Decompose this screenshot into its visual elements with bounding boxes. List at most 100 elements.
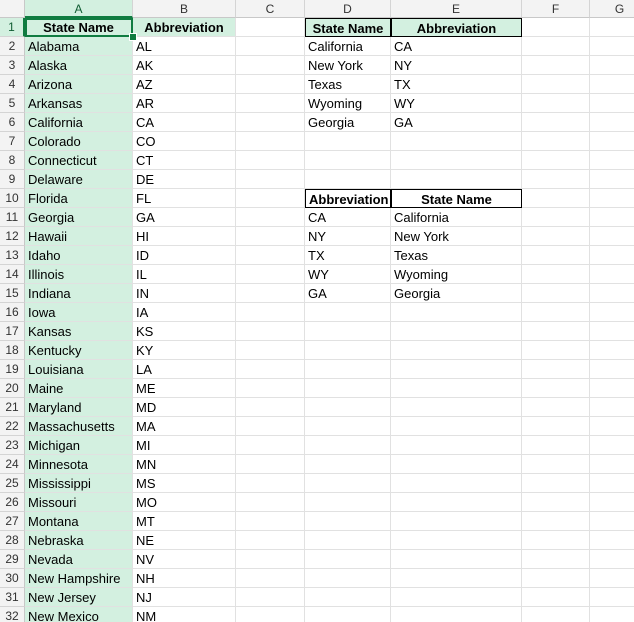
cell[interactable] bbox=[590, 189, 634, 208]
fill-handle[interactable] bbox=[129, 33, 137, 41]
cell[interactable] bbox=[522, 37, 590, 56]
row-header-25[interactable]: 25 bbox=[0, 474, 25, 493]
cell[interactable] bbox=[391, 436, 522, 455]
abbreviation-cell[interactable]: NE bbox=[133, 531, 236, 550]
cell[interactable] bbox=[590, 37, 634, 56]
cell[interactable] bbox=[590, 246, 634, 265]
cell[interactable] bbox=[391, 303, 522, 322]
abbreviation-cell[interactable]: MI bbox=[133, 436, 236, 455]
cell[interactable] bbox=[522, 512, 590, 531]
state-name-cell[interactable]: Hawaii bbox=[25, 227, 133, 246]
lookup2-abbrev-cell[interactable]: TX bbox=[305, 246, 391, 265]
row-header-26[interactable]: 26 bbox=[0, 493, 25, 512]
cell[interactable] bbox=[236, 151, 305, 170]
abbreviation-cell[interactable]: MD bbox=[133, 398, 236, 417]
cell[interactable] bbox=[522, 493, 590, 512]
row-header-15[interactable]: 15 bbox=[0, 284, 25, 303]
cell[interactable] bbox=[305, 512, 391, 531]
cell[interactable] bbox=[391, 398, 522, 417]
lookup1-abbrev-cell[interactable]: GA bbox=[391, 113, 522, 132]
cell[interactable] bbox=[391, 493, 522, 512]
lookup1-abbrev-cell[interactable]: NY bbox=[391, 56, 522, 75]
lookup2-state-cell[interactable]: California bbox=[391, 208, 522, 227]
cell[interactable] bbox=[391, 132, 522, 151]
lookup2-abbrev-cell[interactable]: NY bbox=[305, 227, 391, 246]
cell[interactable] bbox=[590, 569, 634, 588]
spreadsheet-grid[interactable]: A B C D E F G 1 2 3 4 5 6 7 8 9 10 11 12 13 14 15 16 17 18 19 20 21… bbox=[0, 0, 634, 622]
cell[interactable] bbox=[305, 151, 391, 170]
cell[interactable] bbox=[305, 322, 391, 341]
cell[interactable] bbox=[236, 398, 305, 417]
cell[interactable] bbox=[590, 493, 634, 512]
cell[interactable] bbox=[391, 607, 522, 622]
cell[interactable] bbox=[590, 56, 634, 75]
cell[interactable] bbox=[305, 417, 391, 436]
cell[interactable] bbox=[236, 94, 305, 113]
lookup1-state-cell[interactable]: Wyoming bbox=[305, 94, 391, 113]
header-abbreviation[interactable]: Abbreviation bbox=[133, 18, 236, 37]
state-name-cell[interactable]: Delaware bbox=[25, 170, 133, 189]
cell[interactable] bbox=[590, 113, 634, 132]
cell[interactable] bbox=[236, 246, 305, 265]
lookup2-header-abbreviation[interactable]: Abbreviation bbox=[305, 189, 391, 208]
column-header-g[interactable]: G bbox=[590, 0, 634, 18]
cell[interactable] bbox=[590, 550, 634, 569]
cell[interactable] bbox=[236, 455, 305, 474]
abbreviation-cell[interactable]: KY bbox=[133, 341, 236, 360]
cell[interactable] bbox=[590, 531, 634, 550]
cell[interactable] bbox=[236, 56, 305, 75]
abbreviation-cell[interactable]: AZ bbox=[133, 75, 236, 94]
cell[interactable] bbox=[305, 341, 391, 360]
lookup1-header-state-name[interactable]: State Name bbox=[305, 18, 391, 37]
row-header-22[interactable]: 22 bbox=[0, 417, 25, 436]
abbreviation-cell[interactable]: HI bbox=[133, 227, 236, 246]
cell[interactable] bbox=[391, 474, 522, 493]
column-header-a[interactable]: A bbox=[25, 0, 133, 18]
cell[interactable] bbox=[590, 132, 634, 151]
row-header-23[interactable]: 23 bbox=[0, 436, 25, 455]
cell[interactable] bbox=[522, 170, 590, 189]
state-name-cell[interactable]: Nevada bbox=[25, 550, 133, 569]
cell[interactable] bbox=[590, 360, 634, 379]
state-name-cell[interactable]: Florida bbox=[25, 189, 133, 208]
state-name-cell[interactable]: New Jersey bbox=[25, 588, 133, 607]
cell[interactable] bbox=[522, 417, 590, 436]
cell[interactable] bbox=[236, 113, 305, 132]
cell[interactable] bbox=[391, 379, 522, 398]
cell[interactable] bbox=[305, 493, 391, 512]
abbreviation-cell[interactable]: CA bbox=[133, 113, 236, 132]
cell[interactable] bbox=[522, 398, 590, 417]
cell[interactable] bbox=[522, 56, 590, 75]
cell[interactable] bbox=[522, 379, 590, 398]
cell[interactable] bbox=[305, 569, 391, 588]
cell[interactable] bbox=[522, 341, 590, 360]
state-name-cell[interactable]: Arizona bbox=[25, 75, 133, 94]
abbreviation-cell[interactable]: AK bbox=[133, 56, 236, 75]
state-name-cell[interactable]: Alaska bbox=[25, 56, 133, 75]
cell[interactable] bbox=[590, 75, 634, 94]
cell[interactable] bbox=[305, 170, 391, 189]
cell[interactable] bbox=[391, 550, 522, 569]
state-name-cell[interactable]: California bbox=[25, 113, 133, 132]
state-name-cell[interactable]: Michigan bbox=[25, 436, 133, 455]
cell[interactable] bbox=[590, 151, 634, 170]
row-header-3[interactable]: 3 bbox=[0, 56, 25, 75]
cell[interactable] bbox=[590, 265, 634, 284]
cell[interactable] bbox=[522, 208, 590, 227]
lookup1-abbrev-cell[interactable]: TX bbox=[391, 75, 522, 94]
lookup2-state-cell[interactable]: Texas bbox=[391, 246, 522, 265]
row-header-28[interactable]: 28 bbox=[0, 531, 25, 550]
cell[interactable] bbox=[391, 151, 522, 170]
state-name-cell[interactable]: Connecticut bbox=[25, 151, 133, 170]
lookup1-state-cell[interactable]: New York bbox=[305, 56, 391, 75]
cell[interactable] bbox=[305, 436, 391, 455]
cell[interactable] bbox=[522, 550, 590, 569]
cell[interactable] bbox=[391, 170, 522, 189]
abbreviation-cell[interactable]: ID bbox=[133, 246, 236, 265]
row-header-12[interactable]: 12 bbox=[0, 227, 25, 246]
lookup2-state-cell[interactable]: Wyoming bbox=[391, 265, 522, 284]
lookup1-abbrev-cell[interactable]: WY bbox=[391, 94, 522, 113]
abbreviation-cell[interactable]: AR bbox=[133, 94, 236, 113]
cell[interactable] bbox=[522, 303, 590, 322]
state-name-cell[interactable]: Illinois bbox=[25, 265, 133, 284]
